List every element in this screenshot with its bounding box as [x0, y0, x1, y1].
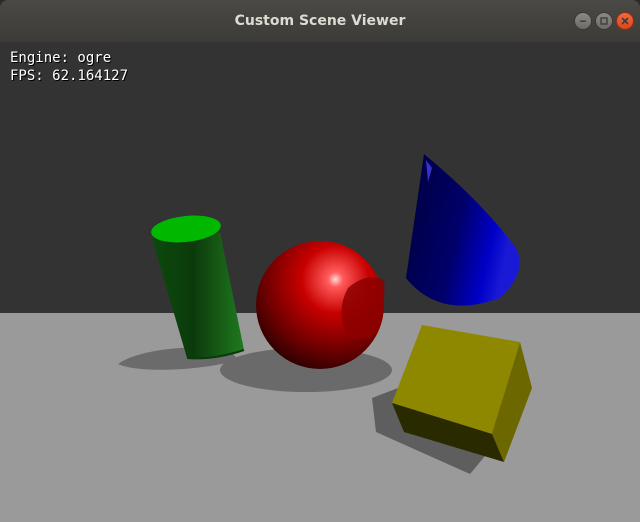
maximize-icon — [600, 17, 608, 25]
title-bar[interactable]: Custom Scene Viewer — [0, 0, 640, 42]
minimize-icon — [580, 20, 586, 22]
engine-label: Engine: ogre — [10, 50, 112, 66]
close-icon — [621, 17, 629, 25]
scene-viewport[interactable]: Engine: ogre FPS: 62.164127 — [0, 42, 640, 522]
3d-scene[interactable] — [0, 42, 640, 522]
app-window: Custom Scene Viewer Engine: ogre FPS: 62… — [0, 0, 640, 522]
maximize-button[interactable] — [595, 12, 613, 30]
minimize-button[interactable] — [574, 12, 592, 30]
fps-label: FPS: 62.164127 — [10, 68, 129, 84]
window-title: Custom Scene Viewer — [234, 13, 406, 29]
close-button[interactable] — [616, 12, 634, 30]
red-sphere[interactable] — [256, 241, 385, 369]
window-controls — [574, 12, 634, 30]
stats-overlay: Engine: ogre FPS: 62.164127 — [10, 49, 128, 85]
